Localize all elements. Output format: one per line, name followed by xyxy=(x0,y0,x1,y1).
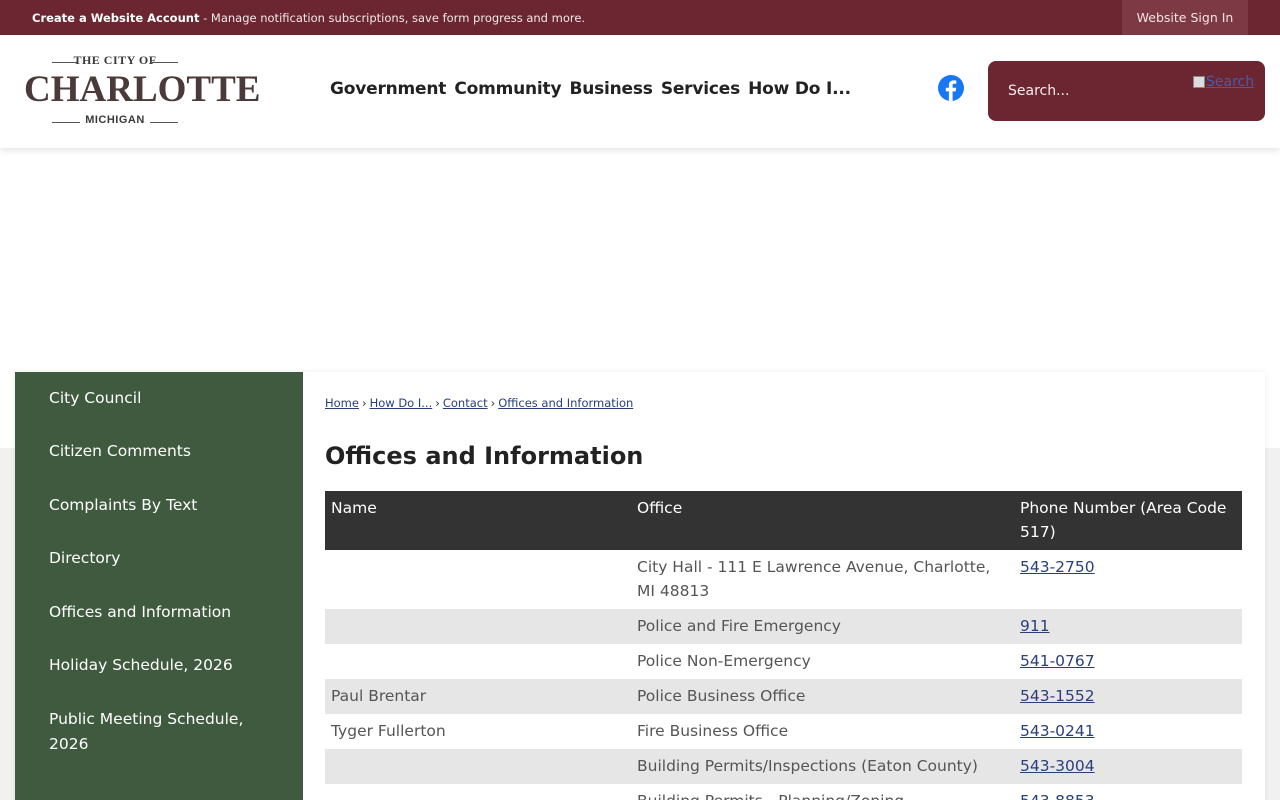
phone-link[interactable]: 543-2750 xyxy=(1020,558,1095,576)
logo-divider xyxy=(152,62,178,63)
nav-how-do-i[interactable]: How Do I... xyxy=(748,79,851,99)
cell-office: Building Permits - Planning/Zoning xyxy=(631,784,1014,800)
site-header: THE CITY OF CHARLOTTE MICHIGAN Governmen… xyxy=(0,35,1280,148)
cell-name: Tyger Fullerton xyxy=(331,722,446,740)
phone-link[interactable]: 543-1552 xyxy=(1020,687,1095,705)
table-row: Tyger Fullerton Fire Business Office 543… xyxy=(325,714,1242,749)
phone-link[interactable]: 541-0767 xyxy=(1020,652,1095,670)
cell-office: Police and Fire Emergency xyxy=(631,609,1014,644)
offices-table: Name Office Phone Number (Area Code 517)… xyxy=(325,491,1242,800)
create-account-description: - Manage notification subscriptions, sav… xyxy=(199,11,586,25)
table-header-row: Name Office Phone Number (Area Code 517) xyxy=(325,491,1242,550)
column-header-phone: Phone Number (Area Code 517) xyxy=(1014,491,1242,550)
table-row: Building Permits/Inspections (Eaton Coun… xyxy=(325,749,1242,784)
phone-link[interactable]: 543-8853 xyxy=(1020,792,1095,800)
column-header-name: Name xyxy=(325,491,631,550)
broken-image-icon xyxy=(1193,76,1205,88)
breadcrumb-separator: › xyxy=(361,396,367,410)
sidebar: City Council Citizen Comments Complaints… xyxy=(15,372,303,800)
table-row: City Hall - 111 E Lawrence Avenue, Charl… xyxy=(325,550,1242,609)
nav-community[interactable]: Community xyxy=(454,79,561,99)
phone-link[interactable]: 543-3004 xyxy=(1020,757,1095,775)
cell-name: Paul Brentar xyxy=(325,679,631,714)
cell-office: Police Non-Emergency xyxy=(637,652,811,670)
logo-city-name: CHARLOTTE xyxy=(24,69,261,110)
table-row: Paul Brentar Police Business Office 543-… xyxy=(325,679,1242,714)
phone-link[interactable]: 543-0241 xyxy=(1020,722,1095,740)
nav-business[interactable]: Business xyxy=(569,79,652,99)
sidebar-item-holiday-schedule[interactable]: Holiday Schedule, 2026 xyxy=(49,653,279,678)
cell-phone: 543-2750 xyxy=(1014,550,1242,609)
search-box: Search xyxy=(988,61,1265,121)
breadcrumb-how-do-i[interactable]: How Do I... xyxy=(370,396,433,410)
create-account-link[interactable]: Create a Website Account xyxy=(32,11,199,25)
facebook-icon[interactable] xyxy=(938,75,964,101)
logo-divider xyxy=(150,122,178,123)
table-row: Building Permits - Planning/Zoning 543-8… xyxy=(325,784,1242,800)
create-account-notice: Create a Website Account - Manage notifi… xyxy=(32,11,585,25)
column-header-office: Office xyxy=(631,491,1014,550)
logo-top-text: THE CITY OF xyxy=(73,53,157,67)
cell-office: Fire Business Office xyxy=(637,722,789,740)
cell-office: City Hall - 111 E Lawrence Avenue, Charl… xyxy=(637,558,991,600)
breadcrumb-current[interactable]: Offices and Information xyxy=(498,396,633,410)
cell-name xyxy=(325,609,631,644)
city-logo[interactable]: THE CITY OF CHARLOTTE MICHIGAN xyxy=(24,51,261,131)
search-button[interactable]: Search xyxy=(1193,74,1254,90)
cell-phone: 541-0767 xyxy=(1014,644,1242,679)
logo-state: MICHIGAN xyxy=(85,114,145,126)
sidebar-item-public-meeting-schedule[interactable]: Public Meeting Schedule, 2026 xyxy=(49,707,279,757)
cell-phone: 543-1552 xyxy=(1014,679,1242,714)
nav-government[interactable]: Government xyxy=(330,79,446,99)
breadcrumb: Home › How Do I... › Contact › Offices and Inf… xyxy=(325,396,633,410)
breadcrumb-separator: › xyxy=(490,396,496,410)
cell-phone: 543-8853 xyxy=(1014,784,1242,800)
nav-services[interactable]: Services xyxy=(661,79,740,99)
website-sign-in-button[interactable]: Website Sign In xyxy=(1122,0,1248,35)
sidebar-item-offices-and-information[interactable]: Offices and Information xyxy=(49,600,279,625)
cell-name xyxy=(325,644,631,679)
breadcrumb-separator: › xyxy=(435,396,440,410)
search-button-alt: Search xyxy=(1206,74,1255,90)
sidebar-item-city-council[interactable]: City Council xyxy=(49,386,279,411)
sidebar-item-citizen-comments[interactable]: Citizen Comments xyxy=(49,439,279,464)
cell-name xyxy=(325,749,631,784)
phone-link[interactable]: 911 xyxy=(1020,617,1050,635)
cell-office: Building Permits/Inspections (Eaton Coun… xyxy=(631,749,1014,784)
cell-office: Police Business Office xyxy=(631,679,1014,714)
breadcrumb-home[interactable]: Home xyxy=(325,396,359,410)
cell-phone: 911 xyxy=(1014,609,1242,644)
search-input[interactable] xyxy=(994,76,1184,106)
cell-phone: 543-0241 xyxy=(1014,714,1242,749)
sidebar-item-directory[interactable]: Directory xyxy=(49,546,279,571)
cell-name xyxy=(325,784,631,800)
table-row: Police Non-Emergency 541-0767 xyxy=(325,644,1242,679)
breadcrumb-contact[interactable]: Contact xyxy=(443,396,488,410)
table-row: Police and Fire Emergency 911 xyxy=(325,609,1242,644)
page-title: Offices and Information xyxy=(325,442,644,470)
cell-name xyxy=(325,550,631,609)
sidebar-item-complaints-by-text[interactable]: Complaints By Text xyxy=(49,493,279,518)
main-navigation: Government Community Business Services H… xyxy=(330,79,854,101)
top-bar: Create a Website Account - Manage notifi… xyxy=(0,0,1280,35)
cell-phone: 543-3004 xyxy=(1014,749,1242,784)
